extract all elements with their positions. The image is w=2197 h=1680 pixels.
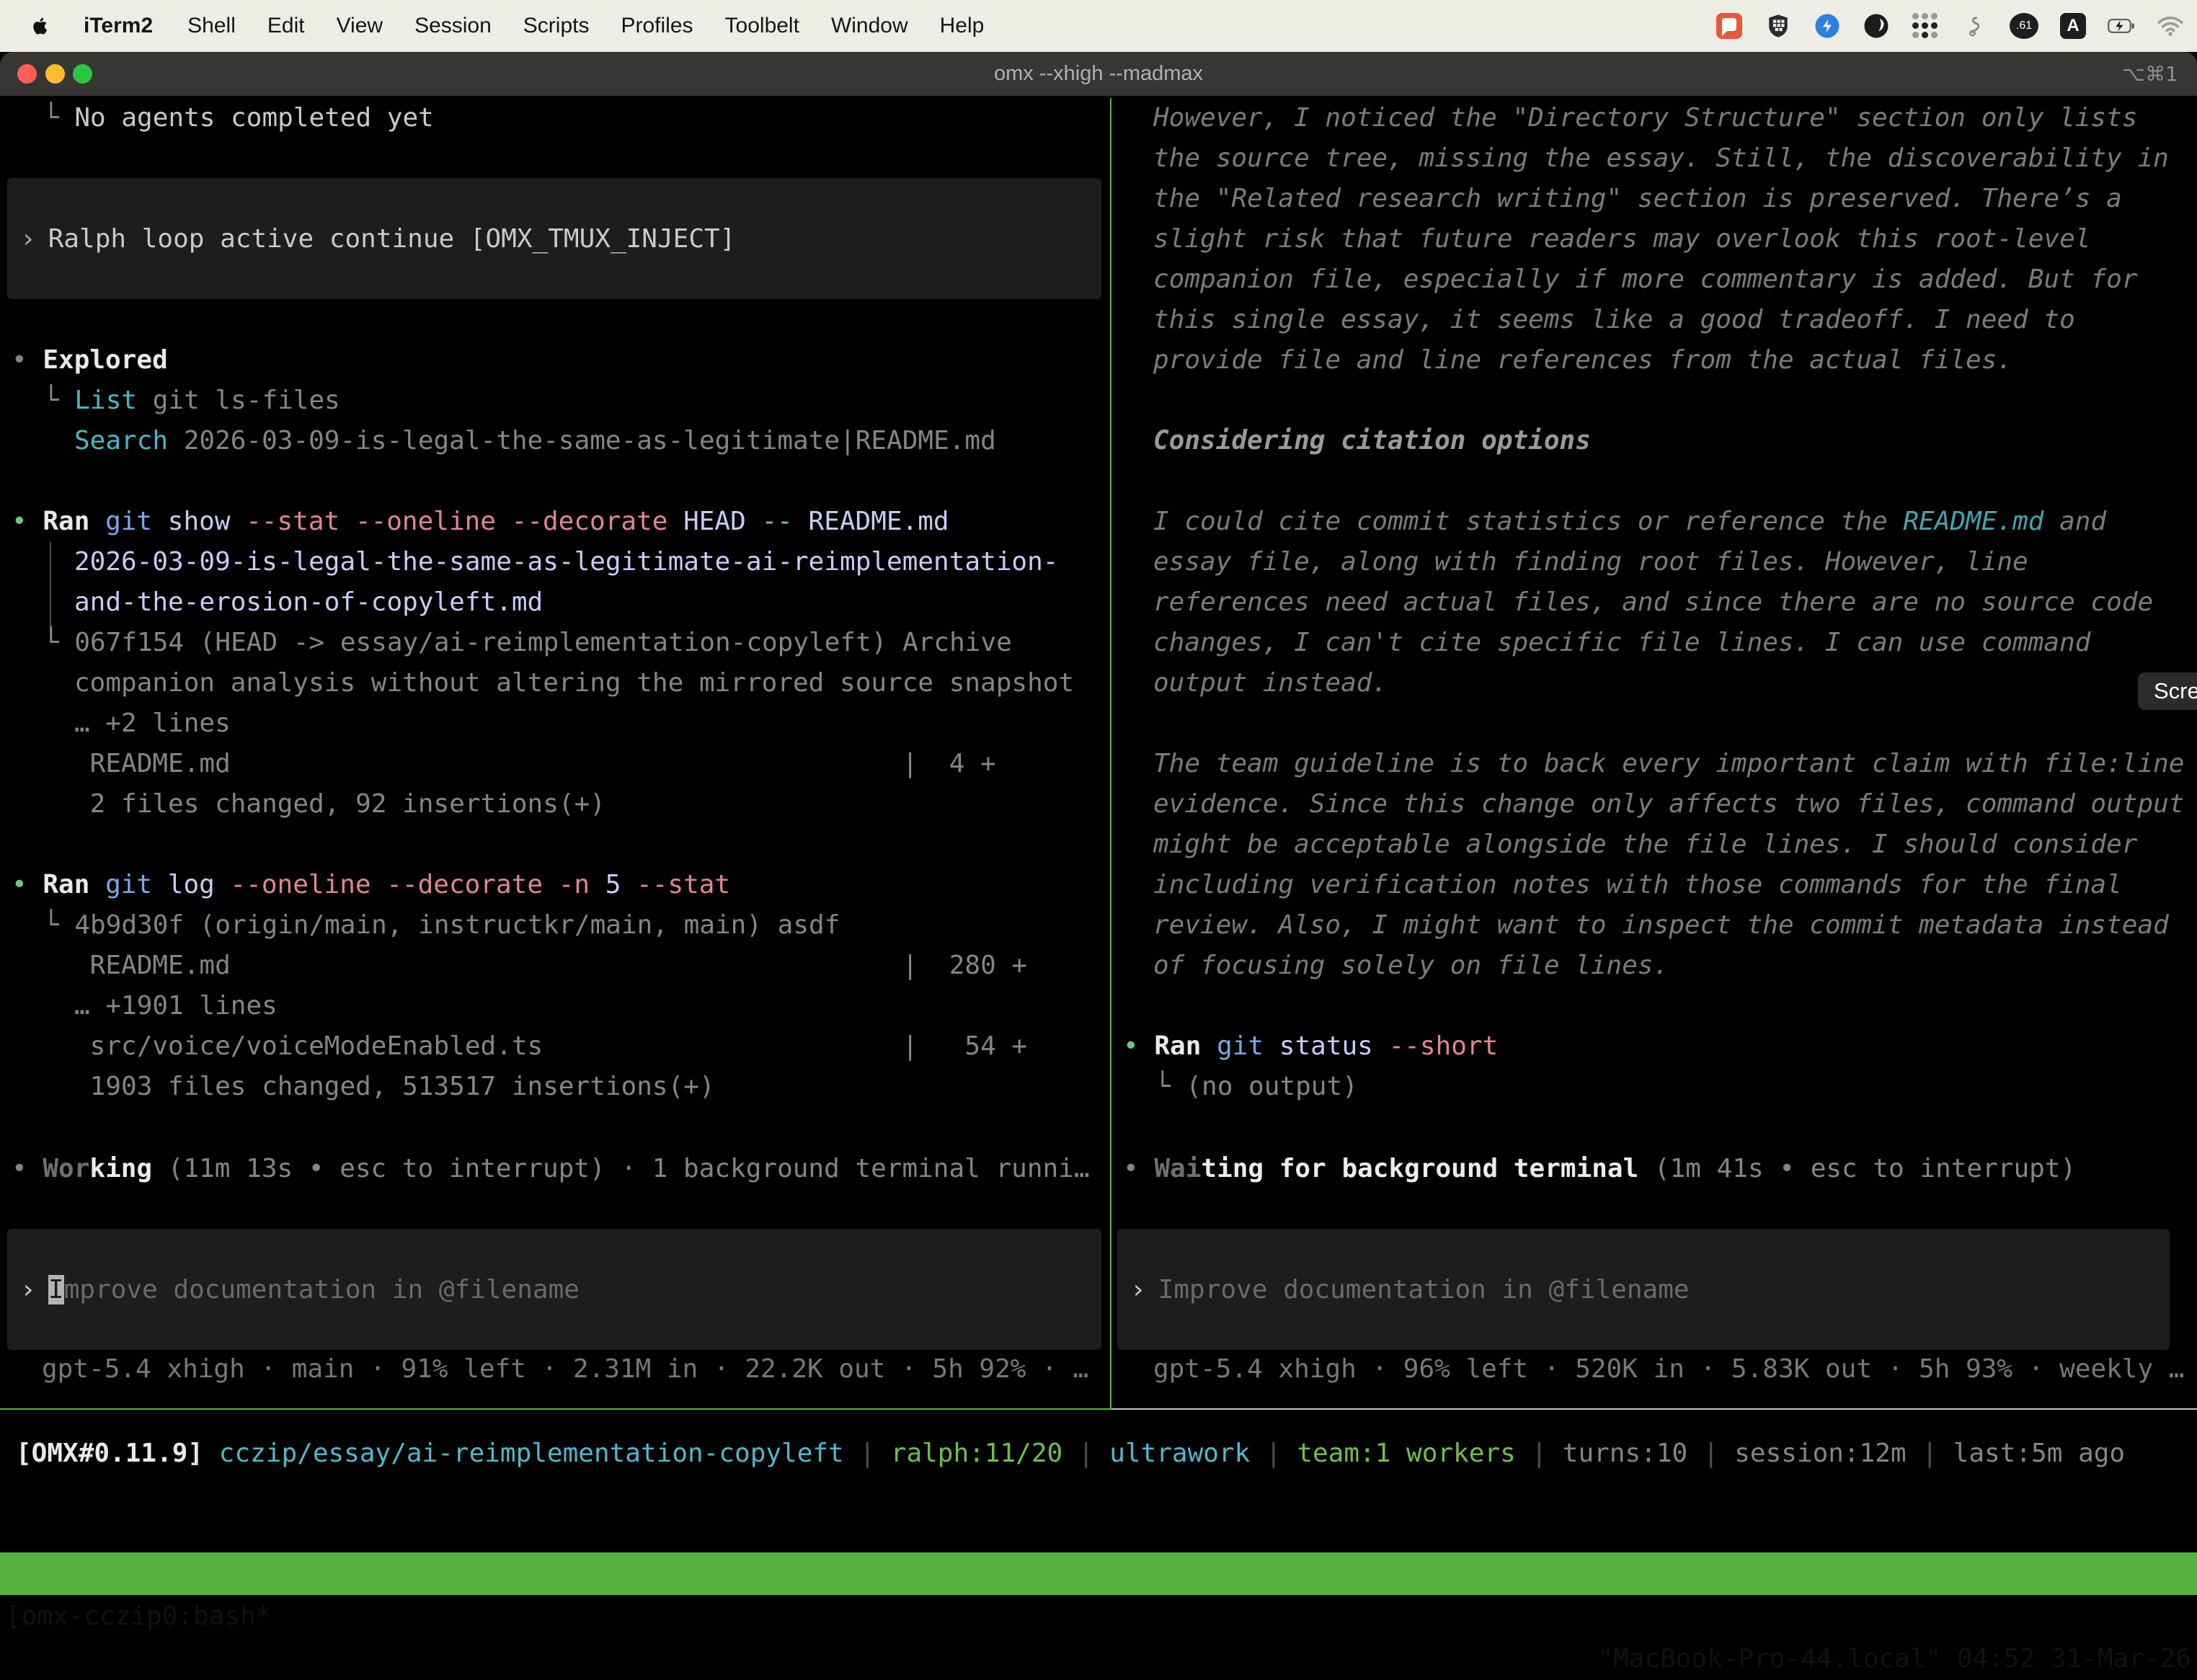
menu-status-icons: .61 A (1716, 12, 2184, 40)
terminal-line: companion file, especially if more comme… (1153, 259, 2137, 300)
input-text: Ralph loop active continue [OMX_TMUX_INJ… (48, 224, 736, 254)
terminal-line: gpt-5.4 xhigh · 96% left · 520K in · 5.8… (1153, 1349, 2184, 1390)
menu-item-session[interactable]: Session (414, 14, 492, 38)
blue-bolt-icon[interactable] (1814, 12, 1841, 40)
percent-badge-icon[interactable]: .61 (2010, 13, 2038, 39)
terminal-line: including verification notes with those … (1153, 865, 2122, 905)
menu-app-name[interactable]: iTerm2 (84, 14, 153, 38)
terminal-line: 2026-03-09-is-legal-the-same-as-legitima… (74, 542, 1058, 582)
terminal-line: output instead. (1153, 663, 1388, 703)
menu-item-window[interactable]: Window (831, 14, 908, 38)
terminal-line: However, I noticed the "Directory Struct… (1153, 98, 2137, 138)
terminal-line: README.md | 4 + (74, 744, 996, 784)
terminal-line: the "Related research writing" section i… (1153, 179, 2122, 219)
terminal-pane-left[interactable]: › Ralph loop active continue [OMX_TMUX_I… (0, 98, 1110, 1410)
terminal-line: gpt-5.4 xhigh · main · 91% left · 2.31M … (42, 1349, 1088, 1390)
terminal-line: 2 files changed, 92 insertions(+) (74, 784, 605, 825)
chat-app-icon[interactable] (1716, 12, 1743, 40)
omx-input-left-top[interactable]: › Ralph loop active continue [OMX_TMUX_I… (7, 178, 1101, 299)
menu-item-scripts[interactable]: Scripts (523, 14, 590, 38)
prompt-chevron-icon: › (1130, 1275, 1146, 1305)
terminal-line: • Ran git show --stat --oneline --decora… (12, 502, 949, 542)
terminal-line: └ (no output) (1155, 1067, 1358, 1107)
window-title: omx --xhigh --madmax (0, 52, 2197, 96)
terminal-line: companion analysis without altering the … (74, 663, 1074, 703)
shield-grid-icon[interactable] (1765, 12, 1792, 40)
terminal-line: evidence. Since this change only affects… (1153, 784, 2184, 825)
terminal-pane-right[interactable]: › Improve documentation in @filename How… (1111, 98, 2197, 1410)
tmux-status-bar: [omx-cczip0:bash* "MacBook-Pro-44.local"… (0, 1552, 2197, 1595)
window-shortcut-badge: ⌥⌘1 (2122, 52, 2178, 96)
terminal-line: └ No agents completed yet (43, 98, 434, 138)
pane-divider[interactable] (1110, 98, 1111, 1410)
prompt-chevron-icon: › (20, 224, 36, 254)
terminal-line: essay file, along with finding root file… (1153, 542, 2028, 582)
screen-indicator-chip[interactable]: Scre (2138, 672, 2197, 710)
squiggle-icon[interactable] (1961, 12, 1988, 40)
text-cursor: I (48, 1275, 64, 1305)
terminal-line: • Explored (12, 340, 168, 381)
omx-input-left-bottom[interactable]: › I mprove documentation in @filename (7, 1229, 1101, 1350)
pane-rule-left (0, 1408, 1110, 1410)
terminal-line: changes, I can't cite specific file line… (1153, 623, 2090, 663)
terminal-line: … +2 lines (74, 703, 231, 744)
terminal-line: provide file and line references from th… (1153, 340, 2012, 381)
terminal-line: the source tree, missing the essay. Stil… (1153, 138, 2169, 179)
menu-items: Shell Edit View Session Scripts Profiles Toolb… (187, 14, 984, 38)
terminal-line: The team guideline is to back every impo… (1153, 744, 2184, 784)
terminal-line: Considering citation options (1153, 421, 1591, 461)
menu-item-edit[interactable]: Edit (267, 14, 305, 38)
battery-icon[interactable] (2108, 12, 2135, 40)
terminal-line: of focusing solely on file lines. (1153, 946, 1669, 986)
tmux-session-label: [omx-cczip0:bash* (6, 1595, 271, 1637)
tmux-host-clock: "MacBook-Pro-44.local" 04:52 31-Mar-26 (1597, 1637, 2191, 1680)
dark-disc-icon[interactable] (1863, 12, 1890, 40)
menu-item-shell[interactable]: Shell (187, 14, 236, 38)
terminal-line: • Ran git log --oneline --decorate -n 5 … (12, 865, 730, 905)
menu-item-profiles[interactable]: Profiles (621, 14, 693, 38)
menu-bar: iTerm2 Shell Edit View Session Scripts Profil… (0, 0, 2197, 52)
terminal-line: might be acceptable alongside the file l… (1153, 825, 2137, 865)
terminal-line: • Ran git status --short (1123, 1026, 1498, 1067)
terminal-line: references need actual files, and since … (1153, 582, 2153, 623)
terminal-line: 1903 files changed, 513517 insertions(+) (74, 1067, 715, 1107)
prompt-chevron-icon: › (20, 1275, 36, 1305)
terminal-line: review. Also, I might want to inspect th… (1153, 905, 2169, 946)
wifi-icon[interactable] (2157, 12, 2184, 40)
terminal-line: └ List git ls-files (43, 381, 340, 421)
terminal-line: [OMX#0.11.9] cczip/essay/ai-reimplementa… (16, 1434, 2125, 1474)
terminal-line: slight risk that future readers may over… (1153, 219, 2090, 259)
terminal-line: this single essay, it seems like a good … (1153, 300, 2075, 340)
dots-grid-icon[interactable] (1912, 12, 1939, 40)
menu-item-view[interactable]: View (337, 14, 383, 38)
terminal-line: … +1901 lines (74, 986, 278, 1026)
terminal-line: └ 067f154 (HEAD -> essay/ai-reimplementa… (43, 623, 1012, 663)
terminal-line: and-the-erosion-of-copyleft.md (74, 582, 543, 623)
terminal-line: • Working (11m 13s • esc to interrupt) ·… (12, 1149, 1090, 1189)
terminal-line: I could cite commit statistics or refere… (1153, 502, 2106, 542)
terminal-line: └ 4b9d30f (origin/main, instructkr/main,… (43, 905, 840, 946)
pane-rule-right (1111, 1408, 2197, 1410)
terminal-line: Search 2026-03-09-is-legal-the-same-as-l… (74, 421, 996, 461)
input-placeholder: mprove documentation in @filename (64, 1275, 580, 1305)
menu-item-toolbelt[interactable]: Toolbelt (725, 14, 799, 38)
a-square-icon[interactable]: A (2060, 13, 2086, 39)
menu-item-help[interactable]: Help (940, 14, 985, 38)
omx-input-right[interactable]: › Improve documentation in @filename (1117, 1229, 2170, 1350)
apple-menu-icon[interactable] (29, 12, 53, 40)
terminal-line: README.md | 280 + (74, 946, 1027, 986)
terminal-line: src/voice/voiceModeEnabled.ts | 54 + (74, 1026, 1027, 1067)
terminal-line: • Waiting for background terminal (1m 41… (1123, 1149, 2076, 1189)
omx-status-bar: [OMX#0.11.9] cczip/essay/ai-reimplementa… (0, 1434, 2197, 1474)
input-placeholder: Improve documentation in @filename (1158, 1275, 1690, 1305)
